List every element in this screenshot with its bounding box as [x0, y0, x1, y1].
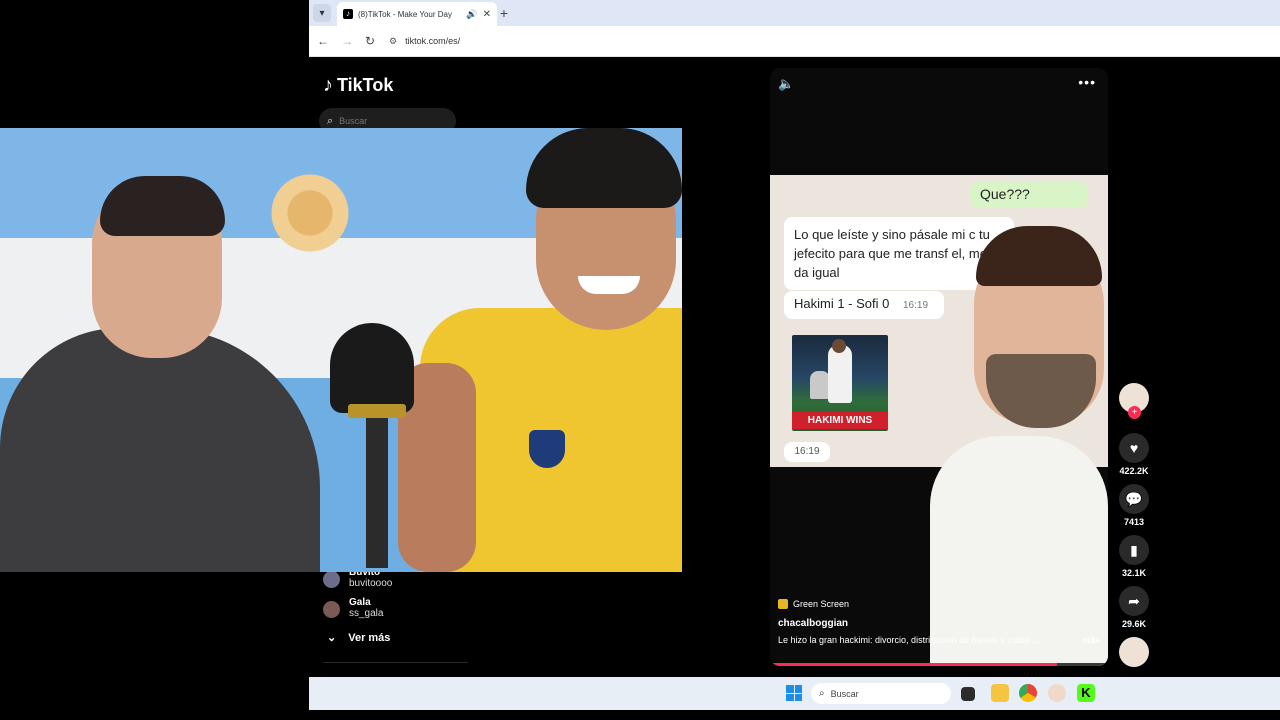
tab-tiktok[interactable]: ♪ (8)TikTok - Make Your Day 🔊 ✕ — [337, 2, 497, 26]
chat-bubble-incoming: Hakimi 1 - Sofi 0 16:19 — [784, 291, 944, 319]
green-screen-icon — [778, 599, 788, 609]
chat-photo: HAKIMI WINS — [792, 335, 888, 431]
avatar[interactable]: + — [1119, 383, 1149, 419]
video-player[interactable]: 🔈 ••• Que??? Lo que leíste y sino pásale… — [770, 68, 1108, 666]
share-count: 29.6K — [1121, 619, 1147, 629]
like-button[interactable]: ♥ 422.2K — [1115, 433, 1153, 476]
logo-text: TikTok — [337, 75, 394, 95]
photo-banner: HAKIMI WINS — [792, 412, 888, 429]
speaker-icon[interactable]: 🔊 — [466, 9, 477, 20]
comment-button[interactable]: 💬 7413 — [1115, 484, 1153, 527]
taskbar-search[interactable]: ⌕ Buscar — [811, 683, 951, 704]
photo-person — [828, 345, 852, 403]
see-more-label: Ver más — [348, 631, 391, 644]
chat-time: 16:19 — [903, 300, 929, 311]
taskbar-search-label[interactable]: Buscar — [831, 689, 859, 699]
like-count: 422.2K — [1119, 466, 1149, 476]
file-explorer-icon[interactable] — [991, 684, 1009, 702]
bookmark-icon[interactable]: ▮ — [1119, 535, 1149, 565]
share-icon[interactable]: ➦ — [1119, 586, 1149, 616]
taskbar: ⌕ Buscar K — [309, 677, 1280, 710]
site-info-icon[interactable]: ⚙ — [389, 36, 397, 47]
tiktok-favicon-icon: ♪ — [343, 9, 353, 19]
effect-label[interactable]: Green Screen — [793, 599, 849, 609]
more-link[interactable]: más — [1082, 635, 1100, 645]
windows-start-icon[interactable] — [786, 685, 802, 701]
photo-head — [832, 339, 846, 353]
screen: ▾ ♪ (8)TikTok - Make Your Day 🔊 ✕ + ← → … — [0, 0, 1280, 720]
tab-strip: ▾ ♪ (8)TikTok - Make Your Day 🔊 ✕ + — [309, 0, 1280, 26]
following-handle[interactable]: buvitoooo — [349, 578, 392, 590]
following-handle[interactable]: ss_gala — [349, 608, 383, 620]
avatar[interactable] — [323, 571, 340, 588]
task-view-icon[interactable] — [961, 687, 975, 701]
follow-plus-icon[interactable]: + — [1128, 406, 1141, 419]
back-button[interactable]: ← — [315, 33, 331, 49]
close-icon[interactable]: ✕ — [483, 9, 491, 20]
person-right-smile — [578, 276, 640, 294]
sound-avatar-button[interactable] — [1115, 637, 1153, 667]
chrome-icon[interactable] — [1019, 684, 1037, 702]
search-icon: ⌕ — [819, 688, 825, 699]
following-name[interactable]: Gala — [349, 597, 383, 608]
browser-toolbar: ← → ↻ ⚙ tiktok.com/es/ — [309, 26, 1280, 57]
effect-tag[interactable]: Green Screen — [778, 599, 1100, 609]
address-bar[interactable]: ⚙ tiktok.com/es/ — [389, 31, 1269, 51]
search-icon: ⌕ — [327, 114, 334, 127]
divider — [323, 662, 468, 663]
see-more-button[interactable]: ⌄ Ver más — [327, 631, 391, 645]
following-list: Buvito buvitoooo Gala ss_gala — [323, 567, 473, 627]
chat-time: 16:19 — [784, 442, 830, 462]
browser-chrome: ▾ ♪ (8)TikTok - Make Your Day 🔊 ✕ + ← → … — [309, 0, 1280, 57]
search-input[interactable] — [339, 116, 440, 126]
microphone-icon — [330, 323, 414, 413]
sun-of-may-icon — [265, 168, 355, 258]
save-count: 32.1K — [1121, 568, 1147, 578]
jersey-crest-icon — [527, 428, 567, 470]
trophy-icon — [810, 371, 830, 399]
comment-count: 7413 — [1123, 517, 1145, 527]
avatar[interactable] — [1119, 637, 1149, 667]
tiktok-note-icon: ♪ — [323, 74, 333, 96]
app-icon[interactable] — [1048, 684, 1066, 702]
save-button[interactable]: ▮ 32.1K — [1115, 535, 1153, 578]
kick-icon[interactable]: K — [1077, 684, 1095, 702]
microphone-ring — [348, 404, 406, 418]
avatar[interactable] — [323, 601, 340, 618]
tiktok-logo[interactable]: ♪ TikTok — [323, 74, 393, 97]
chat-text: Hakimi 1 - Sofi 0 — [794, 296, 890, 311]
heart-icon[interactable]: ♥ — [1119, 433, 1149, 463]
video-progress-bar[interactable] — [770, 663, 1108, 666]
webcam-overlay — [0, 128, 682, 572]
creator-hair — [976, 226, 1102, 286]
tab-title: (8)TikTok - Make Your Day — [358, 9, 452, 19]
chevron-down-icon: ⌄ — [327, 632, 337, 644]
volume-icon[interactable]: 🔈 — [778, 76, 794, 92]
reload-button[interactable]: ↻ — [362, 33, 378, 49]
creator-avatar-button[interactable]: + — [1115, 383, 1153, 419]
url-text[interactable]: tiktok.com/es/ — [405, 36, 460, 46]
author-name[interactable]: chacalboggian — [778, 618, 1100, 629]
comment-icon[interactable]: 💬 — [1119, 484, 1149, 514]
video-caption: Green Screen chacalboggian Le hizo la gr… — [778, 599, 1100, 645]
video-description: Le hizo la gran hackimi: divorcio, distr… — [778, 635, 1040, 645]
new-tab-button[interactable]: + — [495, 4, 513, 22]
person-left-hair — [100, 176, 225, 236]
tab-search-button[interactable]: ▾ — [313, 4, 331, 22]
creator-figure — [930, 186, 1108, 666]
share-button[interactable]: ➦ 29.6K — [1115, 586, 1153, 629]
following-item[interactable]: Gala ss_gala — [323, 597, 473, 627]
microphone-stand — [366, 418, 388, 568]
video-progress-fill — [770, 663, 1058, 666]
forward-button[interactable]: → — [339, 33, 355, 49]
more-options-icon[interactable]: ••• — [1078, 74, 1096, 90]
